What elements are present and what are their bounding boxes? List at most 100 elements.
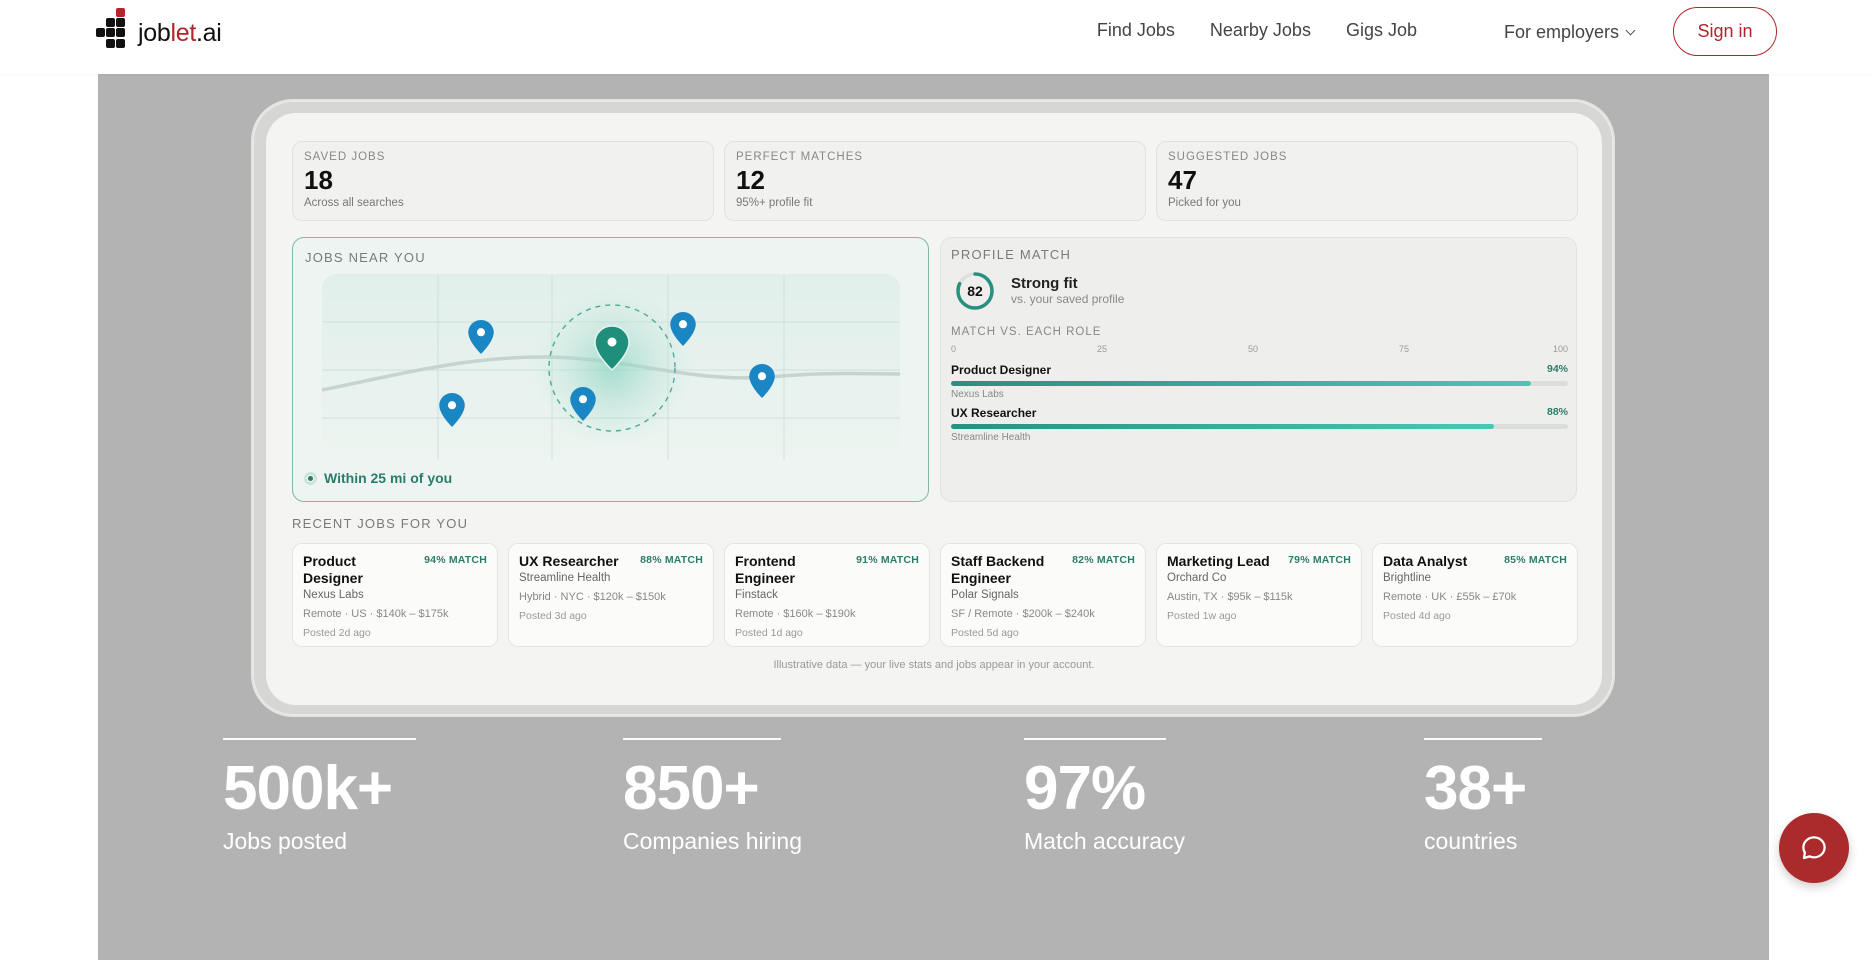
job-card[interactable]: Frontend Engineer 91% MATCH Finstack Rem… <box>724 543 930 647</box>
logo-mark-icon <box>96 8 128 54</box>
logo[interactable]: joblet.ai <box>96 8 222 54</box>
stat-value: 18 <box>304 165 333 195</box>
bottom-stat-countries: 38+ countries <box>1424 738 1542 855</box>
sign-in-button[interactable]: Sign in <box>1673 7 1777 56</box>
stat-divider <box>1024 738 1166 740</box>
match-badge: 91% MATCH <box>856 554 919 566</box>
top-nav: joblet.ai Find Jobs Nearby Jobs Gigs Job… <box>0 0 1872 74</box>
stat-label: SUGGESTED JOBS <box>1168 151 1288 163</box>
fit-subtitle: vs. your saved profile <box>1011 292 1125 306</box>
job-posted: Posted 2d ago <box>303 627 371 639</box>
job-card[interactable]: Marketing Lead 79% MATCH Orchard Co Aust… <box>1156 543 1362 647</box>
for-employers-label: For employers <box>1504 22 1620 42</box>
dashboard-preview: SAVED JOBS 18 Across all searches PERFEC… <box>266 113 1602 705</box>
stat-label: SAVED JOBS <box>304 151 386 163</box>
map-legend: Within 25 mi of you <box>304 470 452 486</box>
bottom-stat-label: countries <box>1424 828 1518 854</box>
bottom-stat-value: 38+ <box>1424 754 1527 823</box>
location-dot-icon <box>304 471 317 485</box>
job-title: Product Designer <box>303 553 363 586</box>
tick-label: 25 <box>1097 344 1108 354</box>
nav-nearby-jobs[interactable]: Nearby Jobs <box>1210 20 1311 41</box>
map-graphic <box>322 274 900 460</box>
job-title: Data Analyst <box>1383 553 1468 569</box>
match-badge: 82% MATCH <box>1072 554 1135 566</box>
role-match-row: Product Designer 94% Nexus Labs <box>951 363 1568 400</box>
job-posted: Posted 3d ago <box>519 610 587 622</box>
profile-match-panel: PROFILE MATCH 82 Strong fit vs. your sav… <box>940 237 1577 502</box>
job-company: Orchard Co <box>1167 572 1227 584</box>
role-bar <box>951 424 1568 429</box>
bottom-stat-companies: 850+ Companies hiring <box>623 738 802 855</box>
map-pin-icon <box>468 320 494 354</box>
bottom-stat-value: 500k+ <box>223 754 393 823</box>
disclaimer: Illustrative data — your live stats and … <box>773 659 1095 671</box>
role-match-row: UX Researcher 88% Streamline Health <box>951 406 1568 443</box>
map-pin-icon <box>439 393 465 427</box>
bottom-stat-value: 850+ <box>623 754 760 823</box>
scale-ticks: 0 25 50 75 100 <box>951 344 1568 356</box>
job-card[interactable]: UX Researcher 88% MATCH Streamline Healt… <box>508 543 714 647</box>
job-meta: SF / Remote · $200k – $240k <box>951 608 1095 620</box>
chat-bubble-icon <box>1802 836 1826 860</box>
stat-card-saved-jobs: SAVED JOBS 18 Across all searches <box>292 141 714 221</box>
recent-jobs-title: RECENT JOBS FOR YOU <box>292 516 469 531</box>
match-badge: 79% MATCH <box>1288 554 1351 566</box>
match-badge: 94% MATCH <box>424 554 487 566</box>
device-frame: SAVED JOBS 18 Across all searches PERFEC… <box>251 99 1615 717</box>
stat-divider <box>623 738 781 740</box>
match-badge: 85% MATCH <box>1504 554 1567 566</box>
chat-button[interactable] <box>1779 813 1849 883</box>
tick-label: 0 <box>951 344 957 354</box>
stat-divider <box>1424 738 1542 740</box>
nav-find-jobs[interactable]: Find Jobs <box>1097 20 1175 41</box>
stat-sub: 95%+ profile fit <box>736 197 813 209</box>
job-meta: Remote · $160k – $190k <box>735 608 856 620</box>
stat-value: 12 <box>736 165 765 195</box>
role-name: Product Designer <box>951 363 1052 377</box>
roles-title: MATCH VS. EACH ROLE <box>951 326 1102 338</box>
nav-gigs-job[interactable]: Gigs Job <box>1346 20 1417 41</box>
job-card[interactable]: Staff Backend Engineer 82% MATCH Polar S… <box>940 543 1146 647</box>
role-name: UX Researcher <box>951 406 1037 420</box>
job-meta: Hybrid · NYC · $120k – $150k <box>519 591 666 603</box>
role-company: Streamline Health <box>951 432 1031 443</box>
job-meta: Remote · US · $140k – $175k <box>303 608 449 620</box>
bottom-stat-match-accuracy: 97% Match accuracy <box>1024 738 1185 855</box>
stat-label: PERFECT MATCHES <box>736 151 864 163</box>
job-company: Nexus Labs <box>303 589 364 601</box>
fit-title: Strong fit <box>1011 275 1078 292</box>
logo-text: joblet.ai <box>138 18 222 47</box>
stat-divider <box>223 738 416 740</box>
role-bar-fill <box>951 381 1531 386</box>
bottom-stat-value: 97% <box>1024 754 1146 823</box>
stat-value: 47 <box>1168 165 1197 195</box>
bottom-stat-label: Companies hiring <box>623 828 802 854</box>
job-posted: Posted 5d ago <box>951 627 1019 639</box>
map-pin-icon <box>749 364 775 398</box>
job-posted: Posted 4d ago <box>1383 610 1451 622</box>
job-meta: Austin, TX · $95k – $115k <box>1167 591 1293 603</box>
role-company: Nexus Labs <box>951 389 1004 400</box>
role-bar <box>951 381 1568 386</box>
map-legend-label: Within 25 mi of you <box>324 470 453 486</box>
profile-match-title: PROFILE MATCH <box>951 247 1072 262</box>
nav-links: Find Jobs Nearby Jobs Gigs Job <box>1097 20 1417 41</box>
map[interactable] <box>322 274 900 460</box>
bottom-stat-jobs-posted: 500k+ Jobs posted <box>223 738 416 855</box>
for-employers-dropdown[interactable]: For employers <box>1504 22 1636 43</box>
job-posted: Posted 1d ago <box>735 627 803 639</box>
job-card[interactable]: Product Designer 94% MATCH Nexus Labs Re… <box>292 543 498 647</box>
job-card[interactable]: Data Analyst 85% MATCH Brightline Remote… <box>1372 543 1578 647</box>
match-score: 82 <box>967 283 983 299</box>
tick-label: 100 <box>1552 344 1568 354</box>
job-title: Marketing Lead <box>1167 553 1270 569</box>
bottom-stat-label: Jobs posted <box>223 828 348 854</box>
job-meta: Remote · UK · £55k – £70k <box>1383 591 1517 603</box>
map-title: JOBS NEAR YOU <box>305 250 426 265</box>
chevron-down-icon <box>1625 25 1636 36</box>
job-company: Streamline Health <box>519 572 611 584</box>
job-title: Staff Backend Engineer <box>951 553 1045 586</box>
job-company: Polar Signals <box>951 589 1019 601</box>
tick-label: 50 <box>1248 344 1259 354</box>
